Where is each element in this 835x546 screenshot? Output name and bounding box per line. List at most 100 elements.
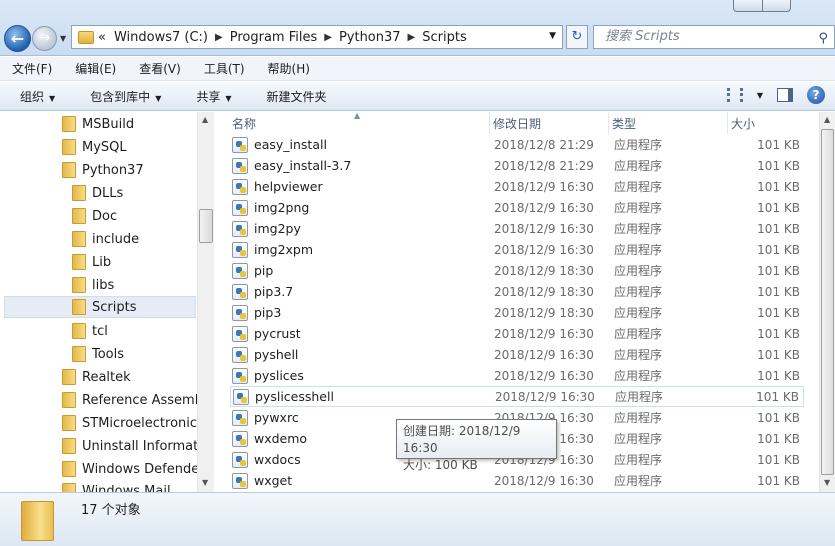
- file-list-scrollbar[interactable]: ▲ ▼: [819, 112, 835, 492]
- scroll-down-icon[interactable]: ▼: [202, 478, 208, 487]
- window-controls[interactable]: [733, 0, 791, 12]
- breadcrumb-drive[interactable]: Windows7 (C:): [110, 30, 212, 45]
- breadcrumb-program-files[interactable]: Program Files: [226, 30, 322, 45]
- address-bar[interactable]: « Windows7 (C:) ▶ Program Files ▶ Python…: [71, 25, 563, 49]
- tree-item-label: Lib: [92, 254, 112, 270]
- file-list-scroll-thumb[interactable]: [821, 129, 834, 475]
- scroll-up-icon[interactable]: ▲: [824, 115, 830, 124]
- tree-item-realtek[interactable]: Realtek: [62, 366, 131, 388]
- file-row[interactable]: pip3.7 2018/12/9 18:30 应用程序 101 KB: [230, 281, 804, 302]
- column-header-type[interactable]: 类型: [609, 112, 728, 134]
- share-button[interactable]: 共享 ▼: [176, 88, 246, 105]
- search-icon[interactable]: ⚲: [818, 28, 828, 50]
- tree-item-label: Uninstall Informatio: [82, 438, 210, 454]
- column-header-date[interactable]: 修改日期: [490, 112, 609, 134]
- file-row[interactable]: img2png 2018/12/9 16:30 应用程序 101 KB: [230, 197, 804, 218]
- file-name-text: wxdemo: [254, 431, 308, 446]
- view-options-icon[interactable]: [726, 88, 743, 102]
- file-row[interactable]: helpviewer 2018/12/9 16:30 应用程序 101 KB: [230, 176, 804, 197]
- new-folder-button[interactable]: 新建文件夹: [247, 88, 342, 105]
- tree-item-mysql[interactable]: MySQL: [62, 136, 127, 158]
- recent-pages-chevron-icon[interactable]: ▼: [60, 34, 66, 43]
- file-row[interactable]: pyslices 2018/12/9 16:30 应用程序 101 KB: [230, 365, 804, 386]
- file-type: 应用程序: [614, 180, 663, 194]
- minimize-button[interactable]: [733, 0, 763, 12]
- tree-item-label: DLLs: [92, 185, 124, 201]
- tree-item-scripts[interactable]: Scripts: [4, 296, 196, 318]
- menu-help[interactable]: 帮助(H): [256, 60, 321, 77]
- tree-item-tools[interactable]: Tools: [72, 343, 124, 365]
- help-icon[interactable]: ?: [807, 86, 825, 104]
- file-row[interactable]: pyslicesshell 2018/12/9 16:30 应用程序 101 KB: [230, 386, 804, 407]
- tree-item-uninstall-information[interactable]: Uninstall Informatio: [62, 435, 210, 457]
- tree-item-libs[interactable]: libs: [72, 274, 114, 296]
- menu-file[interactable]: 文件(F): [0, 60, 63, 77]
- file-date: 2018/12/9 16:30: [494, 221, 594, 236]
- file-row[interactable]: pycrust 2018/12/9 16:30 应用程序 101 KB: [230, 323, 804, 344]
- tree-item-lib[interactable]: Lib: [72, 251, 111, 273]
- breadcrumb-chevron-icon[interactable]: ▶: [405, 32, 419, 43]
- file-name: pip3: [232, 304, 282, 321]
- folder-icon: [62, 162, 76, 178]
- file-name: pyslices: [232, 367, 304, 384]
- file-name-text: pip3: [254, 305, 282, 320]
- column-header-size[interactable]: 大小: [728, 112, 806, 134]
- folder-icon: [72, 185, 86, 201]
- organize-button[interactable]: 组织 ▼: [0, 88, 70, 105]
- file-size: 101 KB: [757, 431, 800, 446]
- file-row[interactable]: easy_install-3.7 2018/12/8 21:29 应用程序 101 K…: [230, 155, 804, 176]
- tree-item-tcl[interactable]: tcl: [72, 320, 108, 342]
- python-executable-icon: [232, 325, 248, 342]
- menu-view[interactable]: 查看(V): [127, 60, 192, 77]
- tree-item-windows-defender[interactable]: Windows Defender: [62, 458, 205, 480]
- address-dropdown-icon[interactable]: ▼: [549, 31, 556, 41]
- file-date: 2018/12/9 18:30: [494, 263, 594, 278]
- back-arrow-icon[interactable]: ←: [4, 25, 31, 52]
- breadcrumb-python37[interactable]: Python37: [335, 30, 405, 45]
- file-date: 2018/12/9 16:30: [494, 473, 594, 488]
- column-header-name[interactable]: 名称: [229, 112, 490, 134]
- chevron-down-icon[interactable]: ▼: [757, 91, 763, 100]
- breadcrumb-chevron-icon[interactable]: ▶: [321, 32, 335, 43]
- breadcrumb-chevron-icon[interactable]: ▶: [212, 32, 226, 43]
- breadcrumb-scripts[interactable]: Scripts: [418, 30, 470, 45]
- folder-icon: [62, 139, 76, 155]
- tree-item-dlls[interactable]: DLLs: [72, 182, 123, 204]
- navigation-scroll-thumb[interactable]: [199, 209, 213, 243]
- file-type: 应用程序: [614, 453, 663, 467]
- file-row[interactable]: pip 2018/12/9 18:30 应用程序 101 KB: [230, 260, 804, 281]
- file-name-text: img2xpm: [254, 242, 314, 257]
- refresh-icon[interactable]: ↻: [566, 25, 588, 49]
- file-name-text: wxget: [254, 473, 293, 488]
- tree-item-windows-mail[interactable]: Windows Mail: [62, 480, 171, 492]
- menu-tools[interactable]: 工具(T): [192, 60, 256, 77]
- file-date: 2018/12/9 16:30: [494, 347, 594, 362]
- scroll-down-icon[interactable]: ▼: [824, 478, 830, 487]
- file-row[interactable]: pyshell 2018/12/9 16:30 应用程序 101 KB: [230, 344, 804, 365]
- maximize-button[interactable]: [762, 0, 791, 12]
- menu-edit[interactable]: 编辑(E): [63, 60, 127, 77]
- file-size: 101 KB: [757, 221, 800, 236]
- tree-item-stmicroelectronics[interactable]: STMicroelectronics: [62, 412, 204, 434]
- file-row[interactable]: pip3 2018/12/9 18:30 应用程序 101 KB: [230, 302, 804, 323]
- preview-pane-icon[interactable]: [777, 88, 793, 102]
- navigation-scrollbar[interactable]: ▲ ▼: [197, 112, 214, 492]
- tree-item-reference-assemblies[interactable]: Reference Assembli: [62, 389, 210, 411]
- tree-item-python37[interactable]: Python37: [62, 159, 144, 181]
- breadcrumb-overflow[interactable]: «: [94, 30, 110, 45]
- file-row[interactable]: img2xpm 2018/12/9 16:30 应用程序 101 KB: [230, 239, 804, 260]
- scroll-up-icon[interactable]: ▲: [202, 115, 208, 124]
- file-name-text: easy_install: [254, 137, 327, 152]
- include-in-library-button[interactable]: 包含到库中 ▼: [70, 88, 176, 105]
- file-size: 101 KB: [757, 284, 800, 299]
- tree-item-doc[interactable]: Doc: [72, 205, 117, 227]
- tree-item-include[interactable]: include: [72, 228, 139, 250]
- folder-icon: [72, 231, 86, 247]
- file-tooltip: 创建日期: 2018/12/9 16:30 大小: 100 KB: [396, 419, 557, 472]
- file-row[interactable]: easy_install 2018/12/8 21:29 应用程序 101 KB: [230, 134, 804, 155]
- search-input[interactable]: 搜索 Scripts ⚲: [593, 25, 835, 49]
- folder-icon: [62, 392, 76, 408]
- forward-arrow-icon[interactable]: →: [32, 26, 57, 51]
- tree-item-msbuild[interactable]: MSBuild: [62, 113, 134, 135]
- file-row[interactable]: img2py 2018/12/9 16:30 应用程序 101 KB: [230, 218, 804, 239]
